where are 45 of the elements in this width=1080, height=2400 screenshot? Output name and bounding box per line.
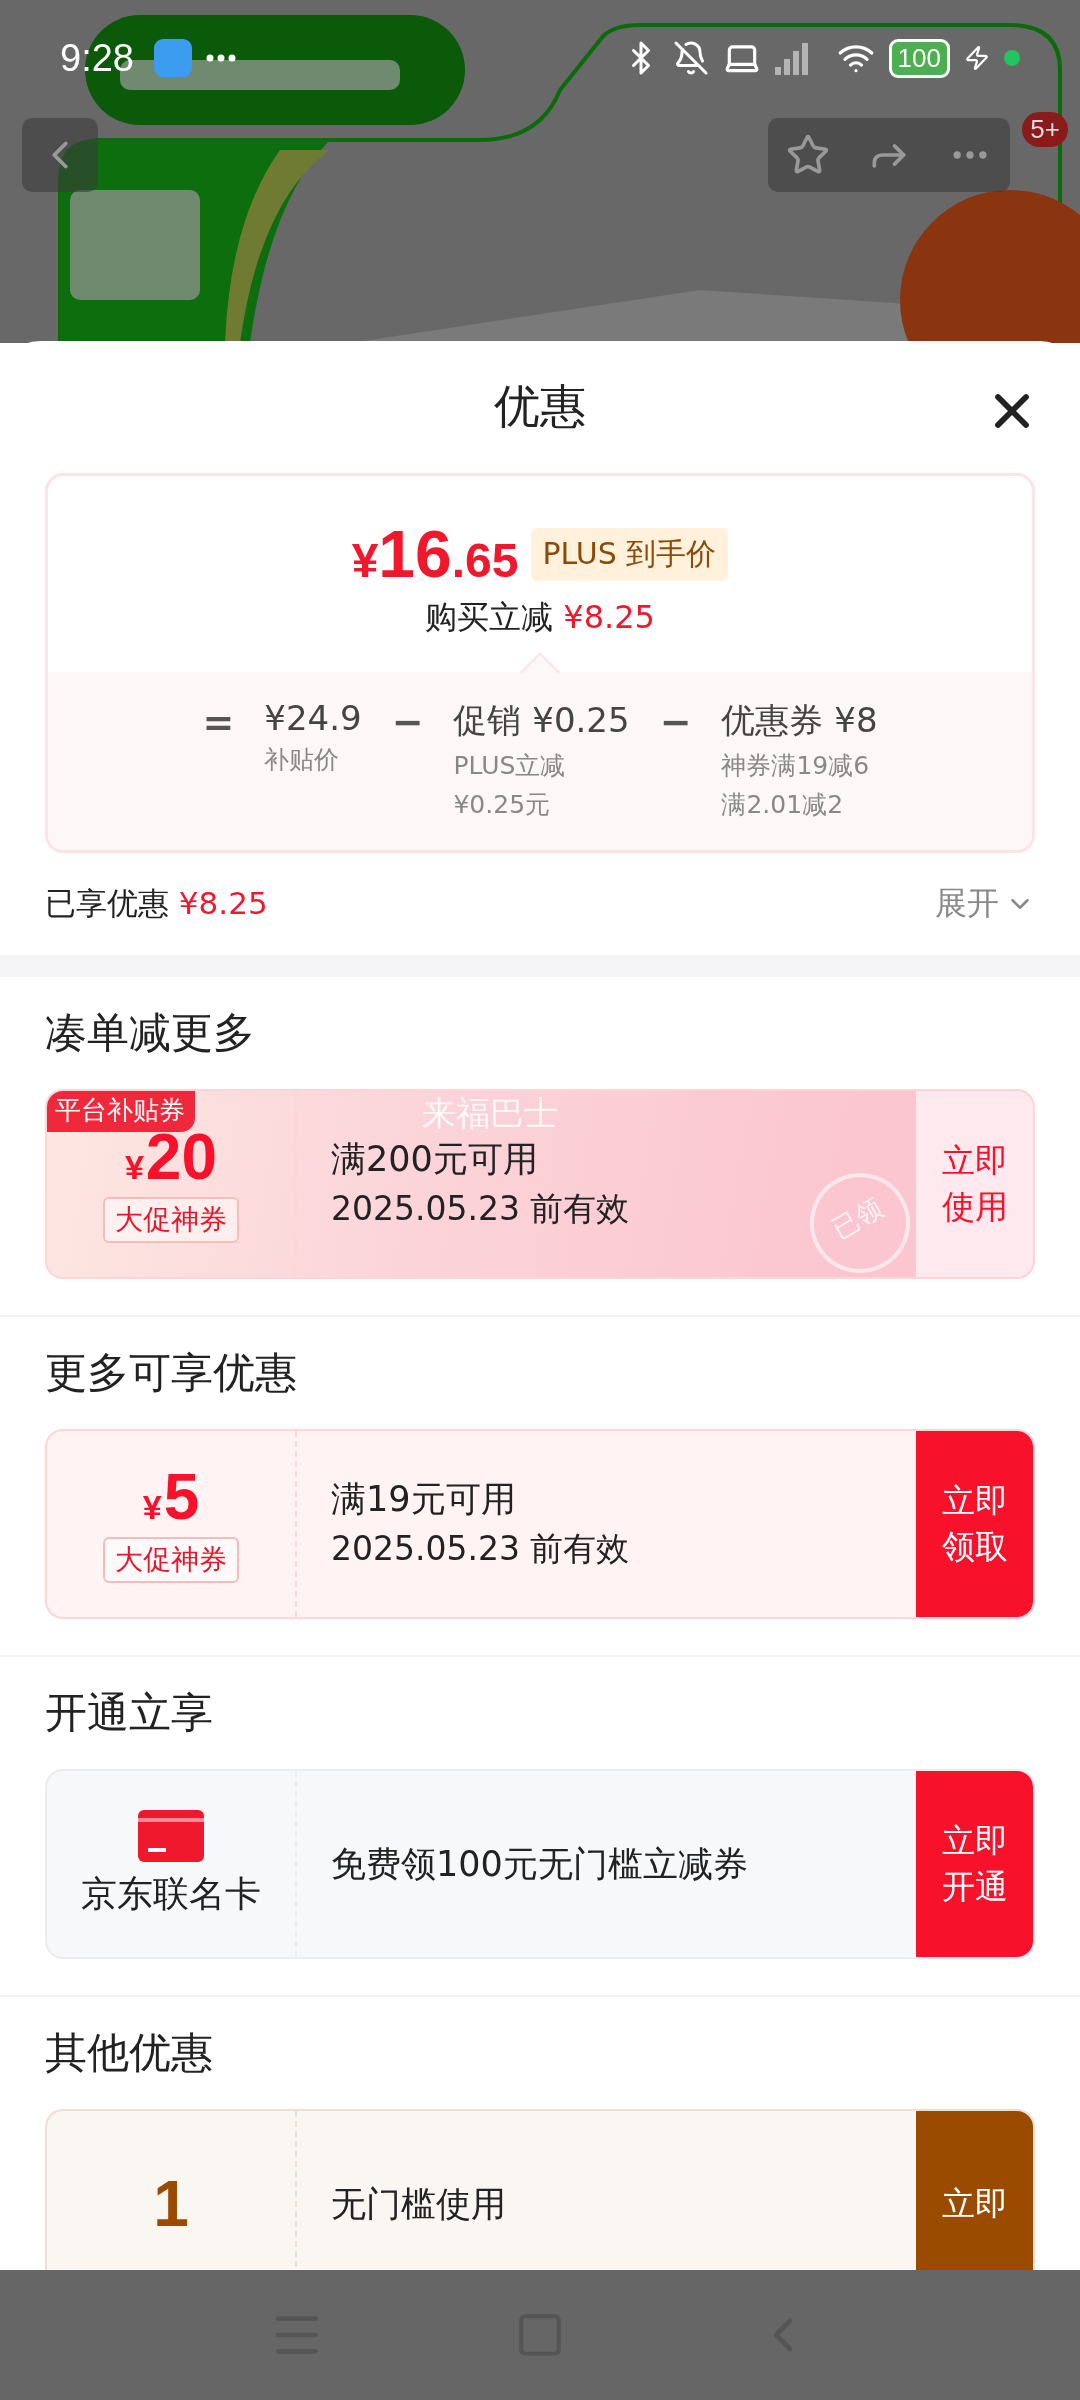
sheet-title: 优惠 <box>494 378 586 435</box>
expand-button[interactable]: 展开 <box>935 882 1035 926</box>
coupon-action-button[interactable]: 立即开通 <box>916 1771 1033 1957</box>
charging-icon <box>964 45 990 71</box>
section-title: 开通立享 <box>45 1687 213 1739</box>
section-title: 更多可享优惠 <box>45 1347 297 1399</box>
muted-bell-icon <box>672 40 709 76</box>
coupon-condition: 满19元可用 <box>331 1478 516 1521</box>
operator-sign: − <box>659 699 692 746</box>
coupon-condition: 无门槛使用 <box>331 2182 506 2226</box>
breakdown-note: 满2.01减2 <box>721 789 845 821</box>
discount-summary: 已享优惠 ¥8.25 <box>45 884 268 923</box>
breakdown-value: ¥24.9 <box>264 698 362 738</box>
coupon-action-button[interactable]: 立即领取 <box>916 1431 1033 1617</box>
coupon-tag: 大促神券 <box>103 1197 239 1243</box>
final-price: ¥16.65 <box>351 516 519 592</box>
more-icon <box>205 54 236 62</box>
battery-level: 100 <box>888 38 950 78</box>
coupon-amount: 1 <box>153 2172 189 2236</box>
saving-text: 购买立减 ¥8.25 <box>425 597 655 638</box>
coupon-validity: 2025.05.23 前有效 <box>331 1528 630 1570</box>
price-tag: PLUS 到手价 <box>530 527 729 581</box>
credit-card-icon <box>138 1809 204 1862</box>
coupon-action-button[interactable]: 立即使用 <box>916 1091 1033 1277</box>
coupon-validity: 2025.05.23 前有效 <box>331 1188 630 1230</box>
breakdown-note: ¥0.25元 <box>453 789 552 821</box>
operator-sign: − <box>391 699 424 746</box>
status-time: 9:28 <box>60 36 134 80</box>
section-title: 凑单减更多 <box>45 1007 255 1059</box>
coupon-condition: 满200元可用 <box>331 1138 538 1181</box>
breakdown-note: 神券满19减6 <box>721 750 871 782</box>
breakdown-value: 优惠券 ¥8 <box>721 699 878 742</box>
app-icon <box>153 39 192 77</box>
coupon-amount: ¥5 <box>142 1465 200 1529</box>
coupon-tag: 大促神券 <box>103 1537 239 1583</box>
operator-sign: = <box>202 699 235 746</box>
back-button[interactable] <box>22 118 98 192</box>
breakdown-value: 促销 ¥0.25 <box>453 699 630 742</box>
card-name: 京东联名卡 <box>81 1871 261 1916</box>
coupon-action-button[interactable]: 立即 <box>916 2111 1033 2270</box>
breakdown-note: PLUS立减 <box>453 750 567 782</box>
breakdown-note: 补贴价 <box>264 744 341 776</box>
coupon-condition: 免费领100元无门槛立减券 <box>331 1842 748 1886</box>
coupon-type-badge: 平台补贴券 <box>47 1091 195 1132</box>
section-title: 其他优惠 <box>45 2027 213 2079</box>
